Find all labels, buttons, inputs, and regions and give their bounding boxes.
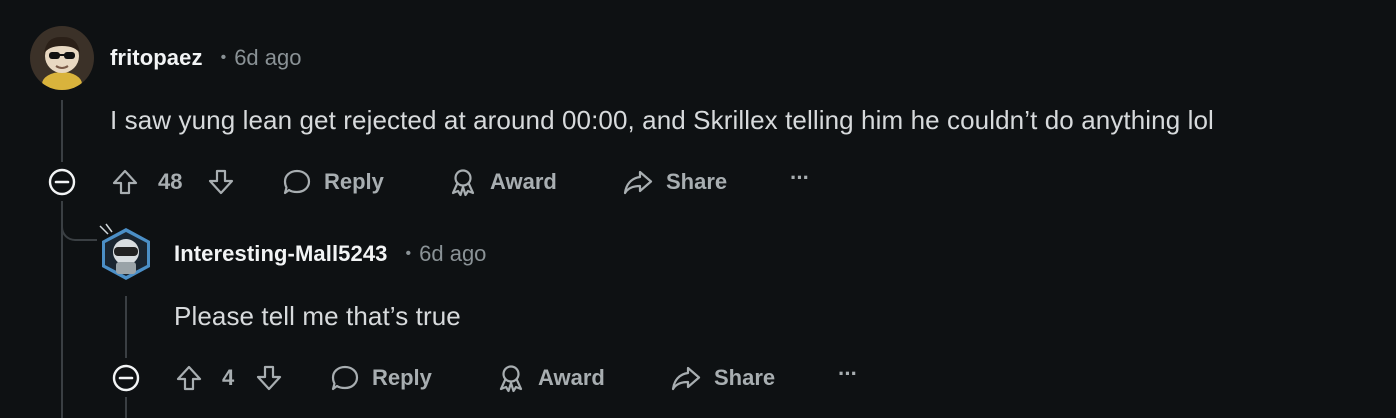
award-icon	[448, 167, 478, 197]
ellipsis-icon: ···	[838, 361, 858, 386]
thread-elbow-connector	[61, 201, 97, 241]
reply-label: Reply	[372, 365, 432, 390]
downvote-button[interactable]	[206, 162, 236, 202]
award-button[interactable]: Award	[496, 358, 605, 398]
vote-count: 4	[222, 365, 235, 390]
share-button[interactable]: Share	[670, 358, 775, 398]
timestamp[interactable]: 6d ago	[234, 45, 301, 71]
reply-label: Reply	[324, 169, 384, 194]
comment-meta: Interesting-Mall5243 • 6d ago	[174, 239, 486, 269]
more-options-button[interactable]: ···	[790, 158, 810, 198]
reply-button[interactable]: Reply	[330, 358, 432, 398]
award-label: Award	[538, 365, 605, 390]
ellipsis-icon: ···	[790, 165, 810, 190]
meta-separator: •	[405, 245, 412, 262]
comment-body: I saw yung lean get rejected at around 0…	[110, 105, 1214, 135]
avatar[interactable]	[30, 26, 94, 90]
upvote-button[interactable]	[174, 358, 204, 398]
avatar[interactable]	[94, 222, 158, 286]
minus-circle-icon	[112, 364, 140, 392]
award-button[interactable]: Award	[448, 162, 557, 202]
thread-line-top-level[interactable]	[61, 100, 63, 162]
downvote-icon	[254, 363, 284, 393]
speech-bubble-icon	[282, 167, 312, 197]
comment-meta: fritopaez • 6d ago	[110, 43, 301, 73]
upvote-icon	[110, 167, 140, 197]
award-label: Award	[490, 169, 557, 194]
minus-circle-icon	[48, 168, 76, 196]
timestamp[interactable]: 6d ago	[419, 241, 486, 267]
snoo-avatar-icon	[99, 223, 150, 280]
share-label: Share	[666, 169, 728, 194]
share-icon	[670, 363, 702, 393]
meta-separator: •	[220, 49, 227, 66]
collapse-button[interactable]	[111, 363, 141, 393]
vote-count: 48	[158, 169, 183, 194]
upvote-icon	[174, 363, 204, 393]
upvote-button[interactable]	[110, 162, 140, 202]
reply-button[interactable]: Reply	[282, 162, 384, 202]
collapse-button[interactable]	[47, 167, 77, 197]
downvote-button[interactable]	[254, 358, 284, 398]
award-icon	[496, 363, 526, 393]
username[interactable]: Interesting-Mall5243	[174, 241, 388, 267]
thread-line-reply-lower[interactable]	[125, 397, 127, 418]
username[interactable]: fritopaez	[110, 45, 203, 71]
snoo-avatar-icon	[30, 26, 94, 90]
share-icon	[622, 167, 654, 197]
speech-bubble-icon	[330, 363, 360, 393]
comment-body: Please tell me that’s true	[174, 301, 461, 331]
thread-line-reply[interactable]	[125, 296, 127, 358]
downvote-icon	[206, 167, 236, 197]
share-label: Share	[714, 365, 776, 390]
share-button[interactable]: Share	[622, 162, 727, 202]
more-options-button[interactable]: ···	[838, 354, 858, 394]
